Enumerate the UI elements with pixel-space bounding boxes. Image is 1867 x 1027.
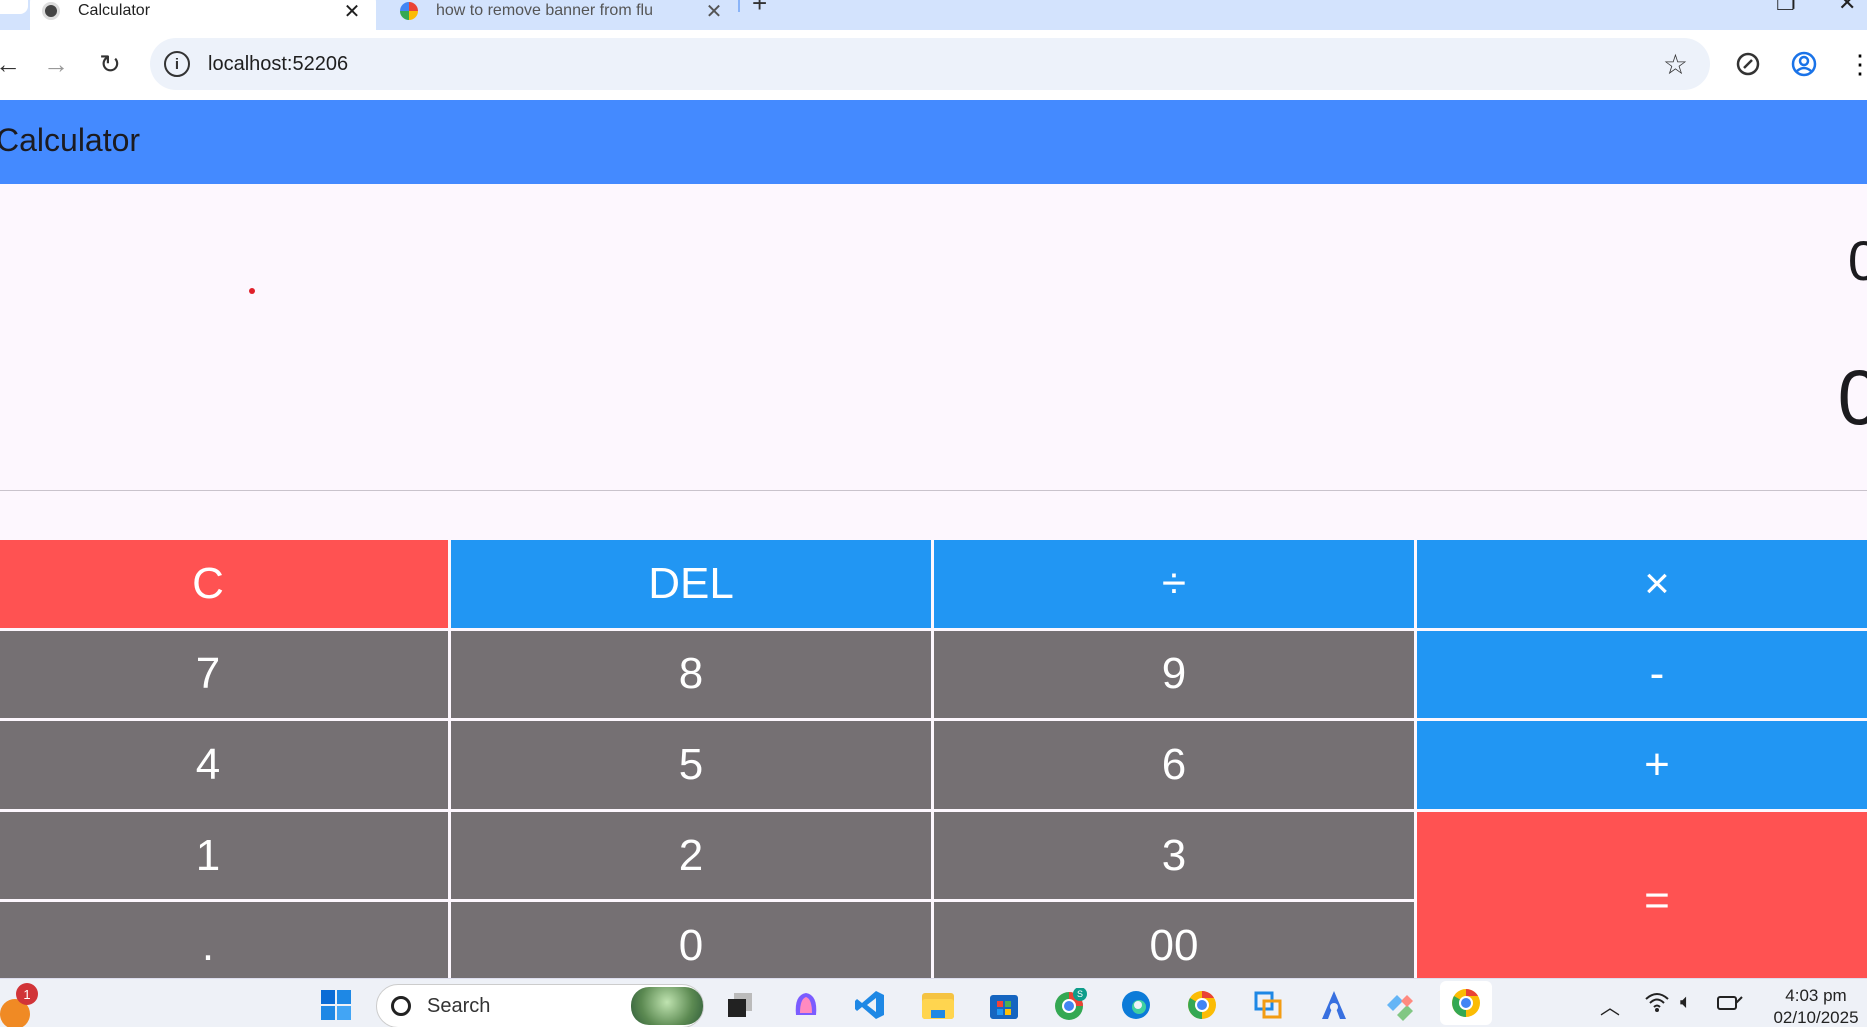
digit-3-button[interactable]: 3 <box>934 811 1414 900</box>
flutter-devtools-icon[interactable] <box>1382 987 1418 1023</box>
forward-arrow-icon[interactable]: → <box>36 44 76 84</box>
url-text[interactable]: localhost:52206 <box>208 53 348 76</box>
tab-search-result[interactable]: how to remove banner from flu ✕ <box>388 0 738 30</box>
chrome-profile-icon[interactable]: S <box>1052 987 1088 1023</box>
bookmark-star-icon[interactable]: ☆ <box>1663 48 1688 81</box>
digit-1-button[interactable]: 1 <box>0 811 448 900</box>
calculator-favicon-icon <box>42 2 60 20</box>
chrome-icon[interactable] <box>1184 987 1220 1023</box>
volume-icon[interactable]: 🔈︎ <box>1680 991 1692 1014</box>
task-view-icon[interactable] <box>722 987 758 1023</box>
tab-title: Calculator <box>78 2 151 19</box>
wifi-icon[interactable] <box>1644 991 1670 1019</box>
multiply-button[interactable]: × <box>1417 540 1867 628</box>
digit-0-button[interactable]: 0 <box>451 902 931 990</box>
restore-window-icon[interactable]: ❐ <box>1776 0 1796 16</box>
browser-toolbar: ← → ↻ i localhost:52206 ☆ ⋮ <box>0 30 1867 100</box>
address-bar[interactable]: i localhost:52206 ☆ <box>150 38 1710 90</box>
microsoft-store-icon[interactable] <box>986 987 1022 1023</box>
windows-start-icon[interactable] <box>318 987 354 1023</box>
show-hidden-icons-chevron-icon[interactable]: ︿ <box>1600 991 1620 1020</box>
edge-icon[interactable] <box>1118 987 1154 1023</box>
digit-6-button[interactable]: 6 <box>934 721 1414 809</box>
mouse-cursor-dot <box>249 288 255 294</box>
keypad: C DEL ÷ × 7 8 9 - 4 5 6 + 1 2 3 = . 0 00 <box>0 540 1867 990</box>
android-studio-icon[interactable] <box>1316 987 1352 1023</box>
tab-strip: Calculator ✕ how to remove banner from f… <box>0 0 1867 30</box>
equals-button[interactable]: = <box>1417 811 1867 990</box>
clock-date: 02/10/2025 <box>1773 1008 1859 1027</box>
digit-9-button[interactable]: 9 <box>934 630 1414 719</box>
search-highlight-image <box>631 987 703 1025</box>
app-title: Calculator <box>0 122 141 158</box>
add-button[interactable]: + <box>1417 721 1867 809</box>
double-zero-button[interactable]: 00 <box>934 902 1414 990</box>
vscode-icon[interactable] <box>852 987 888 1023</box>
digit-2-button[interactable]: 2 <box>451 811 931 900</box>
divide-button[interactable]: ÷ <box>934 540 1414 628</box>
screen: Calculator ✕ how to remove banner from f… <box>0 0 1867 1027</box>
virtualbox-icon[interactable] <box>1250 987 1286 1023</box>
digit-8-button[interactable]: 8 <box>451 630 931 719</box>
chrome-active-icon[interactable] <box>1440 981 1492 1025</box>
close-window-icon[interactable]: ✕ <box>1838 0 1856 16</box>
digit-5-button[interactable]: 5 <box>451 721 931 809</box>
menu-kebab-icon[interactable]: ⋮ <box>1840 44 1867 84</box>
system-clock[interactable]: 4:03 pm 02/10/2025 <box>1766 985 1866 1027</box>
weather-widget[interactable]: 1 <box>0 983 38 1027</box>
tab-close-icon[interactable]: ✕ <box>340 0 364 24</box>
search-icon <box>391 996 411 1016</box>
clear-button[interactable]: C <box>0 540 448 628</box>
tab-title: how to remove banner from flu <box>436 2 653 19</box>
reload-icon[interactable]: ↻ <box>90 44 130 84</box>
windows-taskbar: 1 Search S ︿ 🔈︎ 4:03 pm 02/10/2025 <box>0 978 1867 1027</box>
search-placeholder: Search <box>427 994 491 1017</box>
expression-text: 0 <box>1847 229 1867 292</box>
digit-4-button[interactable]: 4 <box>0 721 448 809</box>
file-explorer-icon[interactable] <box>920 987 956 1023</box>
delete-button[interactable]: DEL <box>451 540 931 628</box>
tab-separator <box>738 0 740 12</box>
profile-icon[interactable] <box>1784 44 1824 84</box>
notification-badge: 1 <box>16 983 38 1005</box>
taskbar-search[interactable]: Search <box>376 984 704 1027</box>
decimal-button[interactable]: . <box>0 902 448 990</box>
display-divider <box>0 490 1867 491</box>
subtract-button[interactable]: - <box>1417 630 1867 719</box>
result-text: 0 <box>1837 353 1867 441</box>
app-bar: Calculator <box>0 100 1867 184</box>
copilot-icon[interactable] <box>788 987 824 1023</box>
extension-icon[interactable] <box>1728 44 1768 84</box>
tab-calculator[interactable]: Calculator ✕ <box>30 0 376 30</box>
digit-7-button[interactable]: 7 <box>0 630 448 719</box>
calculator-display: 0 0 <box>0 184 1867 490</box>
battery-icon[interactable] <box>1716 991 1746 1019</box>
back-arrow-icon[interactable]: ← <box>0 44 28 84</box>
tab-search-corner[interactable] <box>0 0 28 14</box>
site-info-icon[interactable]: i <box>164 51 190 77</box>
new-tab-button[interactable]: + <box>752 0 767 19</box>
google-favicon-icon <box>400 2 418 20</box>
svg-text:S: S <box>1077 989 1083 999</box>
tab-close-icon[interactable]: ✕ <box>702 0 726 24</box>
clock-time: 4:03 pm <box>1785 986 1847 1005</box>
